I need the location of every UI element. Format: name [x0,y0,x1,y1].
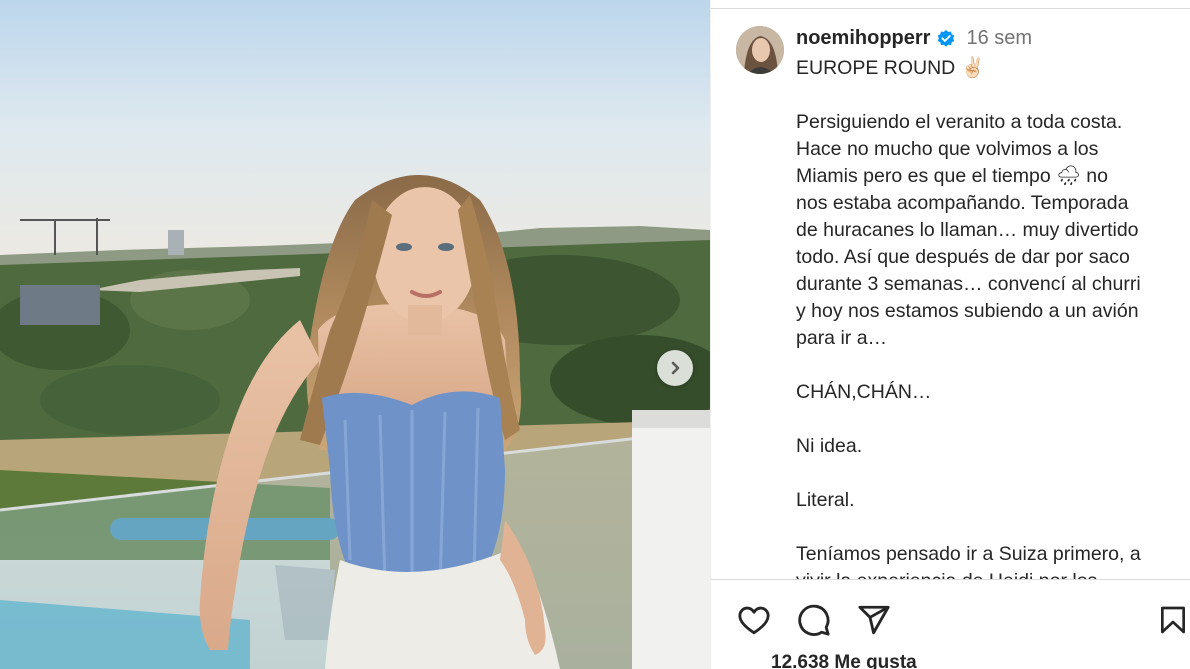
caption-line: durante 3 semanas… convencí al churri [796,271,1171,298]
caption-line: todo. Así que después de dar por saco [796,244,1171,271]
post-timestamp[interactable]: 16 sem [966,27,1032,50]
caption-line: CHÁN,CHÁN… [796,379,1171,406]
avatar[interactable] [736,26,784,74]
caption-line: nos estaba acompañando. Temporada [796,190,1171,217]
bookmark-icon [1157,603,1189,637]
chevron-right-icon [667,360,683,376]
caption-scroll-area[interactable]: noemihopperr 16 sem EUROPE ROUND ✌🏻 Pers… [711,9,1190,579]
caption-line: de huracanes lo llaman… muy divertido [796,217,1171,244]
verified-badge-icon [936,29,956,49]
like-button[interactable] [736,602,772,638]
caption-line: Ni idea. [796,433,1171,460]
post-header: noemihopperr 16 sem [796,27,1032,50]
paper-plane-icon [857,603,891,637]
post-image [0,0,710,669]
caption-line: Persiguiendo el veranito a toda costa. [796,109,1171,136]
post-details-panel: noemihopperr 16 sem EUROPE ROUND ✌🏻 Pers… [710,0,1190,669]
caption-line: para ir a… [796,325,1171,352]
post-caption: EUROPE ROUND ✌🏻 Persiguiendo el veranito… [796,55,1171,579]
caption-line: Teníamos pensado ir a Suiza primero, a [796,541,1171,568]
caption-line: vivir la experiencia de Heidi por los [796,568,1171,579]
actions-divider [711,579,1190,580]
likes-count[interactable]: 12.638 Me gusta [771,652,917,669]
caption-line: Literal. [796,487,1171,514]
caption-line: Hace no mucho que volvimos a los [796,136,1171,163]
caption-line: y hoy nos estamos subiendo a un avión [796,298,1171,325]
save-button[interactable] [1155,602,1190,638]
caption-title: EUROPE ROUND ✌🏻 [796,55,1171,82]
profile-picture [736,26,784,74]
heart-icon [737,603,771,637]
username-link[interactable]: noemihopperr [796,27,930,50]
share-button[interactable] [856,602,892,638]
next-image-button[interactable] [657,350,693,386]
post-photo[interactable] [0,0,710,669]
caption-line: Miamis pero es que el tiempo 🌧 no [796,163,1171,190]
comment-button[interactable] [796,602,832,638]
comment-icon [797,603,831,637]
